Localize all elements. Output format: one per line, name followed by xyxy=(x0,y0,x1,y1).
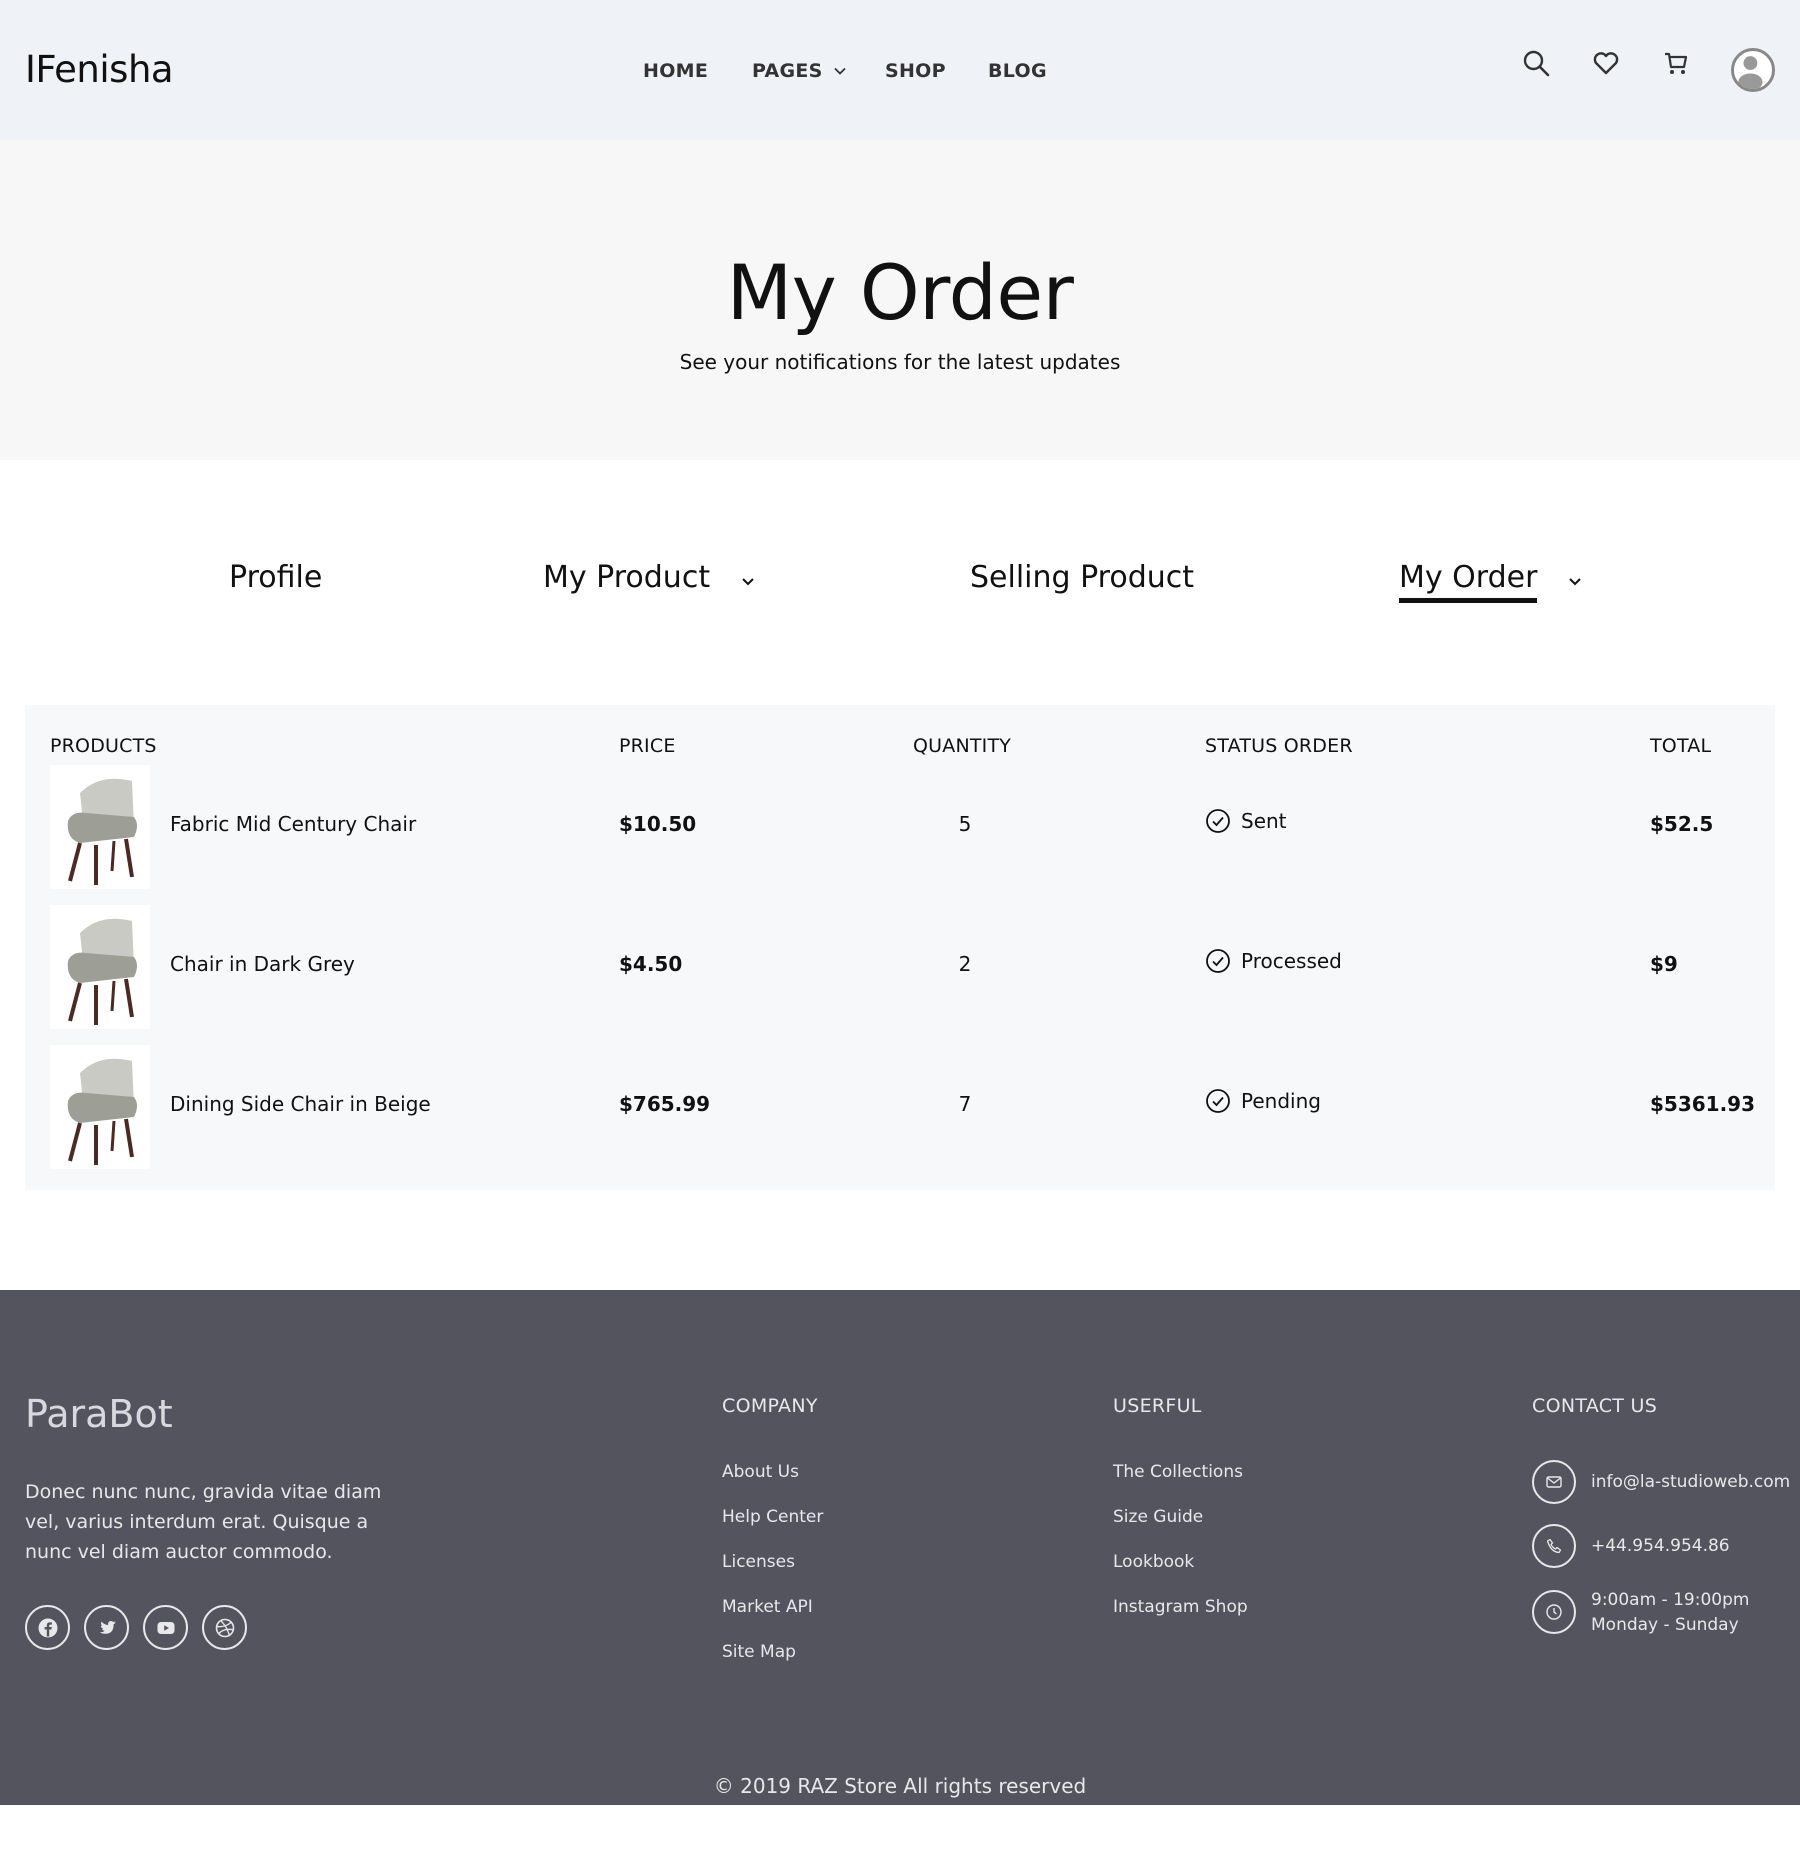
nav-pages-label: PAGES xyxy=(752,60,823,82)
nav-pages[interactable]: PAGES xyxy=(752,60,847,82)
footer-link-site-map[interactable]: Site Map xyxy=(722,1642,796,1662)
header-total: TOTAL xyxy=(1650,735,1712,757)
product-name[interactable]: Chair in Dark Grey xyxy=(170,952,355,976)
status-badge: Processed xyxy=(1205,948,1342,974)
footer-contact-title: CONTACT US xyxy=(1532,1395,1658,1417)
heart-icon[interactable] xyxy=(1591,48,1621,78)
table-row[interactable]: Fabric Mid Century Chair $10.50 5 Sent $… xyxy=(25,765,1775,889)
dribbble-icon[interactable] xyxy=(202,1605,247,1650)
tab-my-product[interactable]: My Product xyxy=(543,560,756,601)
footer-link-about-us[interactable]: About Us xyxy=(722,1462,799,1482)
search-icon[interactable] xyxy=(1521,48,1551,78)
tab-profile[interactable]: Profile xyxy=(229,560,322,601)
footer-link-help-center[interactable]: Help Center xyxy=(722,1507,823,1527)
tab-my-order[interactable]: My Order xyxy=(1399,560,1583,603)
product-quantity: 7 xyxy=(958,1092,972,1116)
product-quantity: 5 xyxy=(958,812,972,836)
tab-selling-product[interactable]: Selling Product xyxy=(970,560,1194,601)
contact-hours-time: 9:00am - 19:00pm xyxy=(1591,1590,1750,1610)
page-hero: My Order See your notifications for the … xyxy=(0,140,1800,460)
footer-userful-title: USERFUL xyxy=(1113,1395,1202,1417)
status-label: Pending xyxy=(1241,1089,1321,1113)
check-circle-icon xyxy=(1206,949,1230,973)
twitter-icon[interactable] xyxy=(84,1605,129,1650)
nav-home[interactable]: HOME xyxy=(643,60,708,82)
product-total: $9 xyxy=(1650,952,1678,976)
contact-email[interactable]: info@la-studioweb.com xyxy=(1591,1470,1790,1495)
footer-link-instagram-shop[interactable]: Instagram Shop xyxy=(1113,1597,1248,1617)
site-header: IFenisha HOME PAGES SHOP BLOG xyxy=(0,0,1800,140)
footer-link-licenses[interactable]: Licenses xyxy=(722,1552,795,1572)
product-thumbnail[interactable] xyxy=(50,905,150,1029)
contact-hours: 9:00am - 19:00pm Monday - Sunday xyxy=(1591,1588,1749,1638)
cart-icon[interactable] xyxy=(1661,48,1691,78)
chevron-down-icon[interactable] xyxy=(1567,573,1583,589)
youtube-icon[interactable] xyxy=(143,1605,188,1650)
footer-description: Donec nunc nunc, gravida vitae diam vel,… xyxy=(25,1481,382,1563)
footer-company-title: COMPANY xyxy=(722,1395,818,1417)
status-label: Processed xyxy=(1241,949,1342,973)
status-label: Sent xyxy=(1241,809,1287,833)
product-total: $52.5 xyxy=(1650,812,1714,836)
footer-link-market-api[interactable]: Market API xyxy=(722,1597,813,1617)
nav-home-label: HOME xyxy=(643,60,709,82)
chevron-down-icon[interactable] xyxy=(740,573,756,589)
contact-hours-days: Monday - Sunday xyxy=(1591,1615,1739,1635)
social-links xyxy=(25,1605,247,1650)
table-row[interactable]: Dining Side Chair in Beige $765.99 7 Pen… xyxy=(25,1045,1775,1169)
header-quantity: QUANTITY xyxy=(913,735,1012,757)
footer-link-size-guide[interactable]: Size Guide xyxy=(1113,1507,1203,1527)
product-price: $10.50 xyxy=(619,812,697,836)
avatar[interactable] xyxy=(1731,48,1775,92)
chevron-down-icon xyxy=(834,67,846,75)
orders-table: PRODUCTS PRICE QUANTITY STATUS ORDER TOT… xyxy=(25,705,1775,1190)
product-thumbnail[interactable] xyxy=(50,1045,150,1169)
phone-icon xyxy=(1532,1524,1576,1568)
footer-link-collections[interactable]: The Collections xyxy=(1113,1462,1243,1482)
tab-my-product-label: My Product xyxy=(543,560,711,595)
product-name[interactable]: Fabric Mid Century Chair xyxy=(170,812,416,836)
account-tabs: Profile My Product Selling Product My Or… xyxy=(0,560,1800,610)
header-price: PRICE xyxy=(619,735,676,757)
status-badge: Pending xyxy=(1205,1088,1321,1114)
facebook-icon[interactable] xyxy=(25,1605,70,1650)
site-footer: ParaBot Donec nunc nunc, gravida vitae d… xyxy=(0,1290,1800,1805)
tab-profile-label: Profile xyxy=(229,560,323,595)
tab-selling-product-label: Selling Product xyxy=(970,560,1195,595)
table-row[interactable]: Chair in Dark Grey $4.50 2 Processed $9 xyxy=(25,905,1775,1029)
nav-shop-label: SHOP xyxy=(885,60,946,82)
chair-image xyxy=(67,1058,137,1165)
footer-brand[interactable]: ParaBot xyxy=(25,1392,173,1436)
product-price: $765.99 xyxy=(619,1092,711,1116)
status-badge: Sent xyxy=(1205,808,1287,834)
tab-my-order-label: My Order xyxy=(1399,560,1538,603)
product-thumbnail[interactable] xyxy=(50,765,150,889)
page-subtitle: See your notifications for the latest up… xyxy=(679,350,1121,374)
mail-icon xyxy=(1532,1460,1576,1504)
nav-blog-label: BLOG xyxy=(988,60,1047,82)
contact-phone[interactable]: +44.954.954.86 xyxy=(1591,1534,1730,1559)
footer-link-lookbook[interactable]: Lookbook xyxy=(1113,1552,1194,1572)
nav-shop[interactable]: SHOP xyxy=(885,60,946,82)
nav-blog[interactable]: BLOG xyxy=(988,60,1047,82)
product-price: $4.50 xyxy=(619,952,683,976)
check-circle-icon xyxy=(1206,809,1230,833)
product-name[interactable]: Dining Side Chair in Beige xyxy=(170,1092,431,1116)
chair-image xyxy=(67,778,137,885)
chair-image xyxy=(67,918,137,1025)
clock-icon xyxy=(1532,1590,1576,1634)
header-products: PRODUCTS xyxy=(50,735,157,757)
check-circle-icon xyxy=(1206,1089,1230,1113)
copyright: © 2019 RAZ Store All rights reserved xyxy=(713,1774,1087,1798)
header-status: STATUS ORDER xyxy=(1205,735,1353,757)
product-total: $5361.93 xyxy=(1650,1092,1756,1116)
page-title: My Order xyxy=(726,248,1074,337)
product-quantity: 2 xyxy=(958,952,972,976)
